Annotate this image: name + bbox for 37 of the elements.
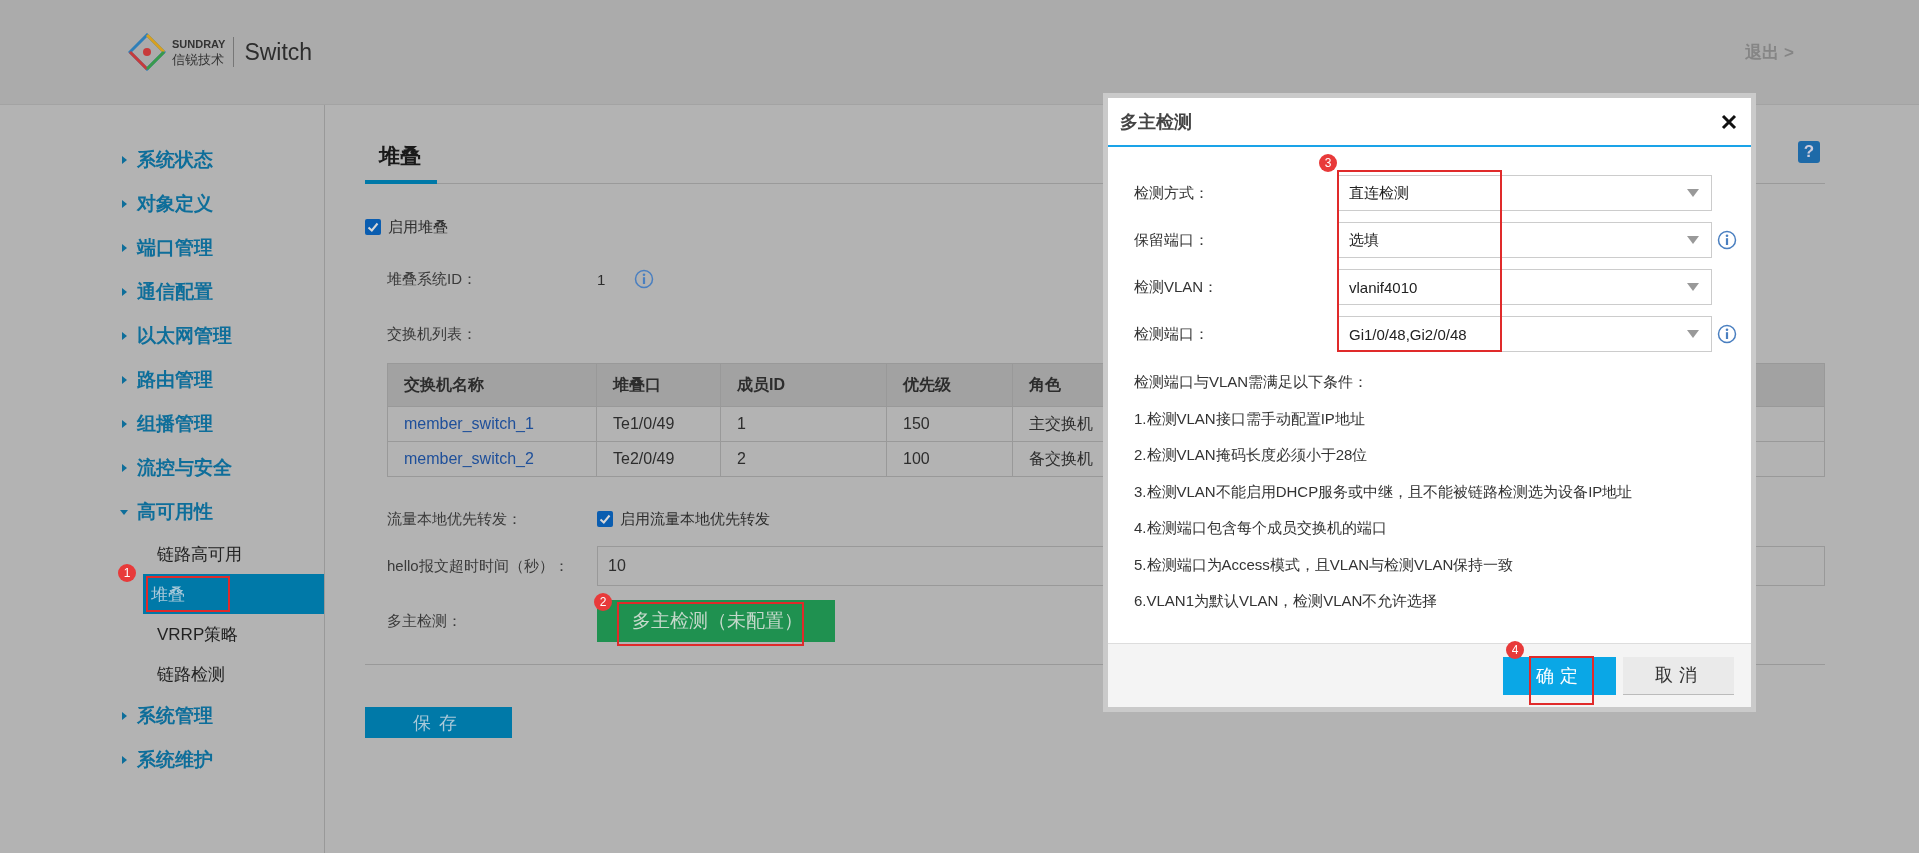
column-header: 优先级 [886, 363, 1013, 407]
note-text: 4.检测端口包含每个成员交换机的端口 [1134, 518, 1388, 538]
table-cell: Te2/0/49 [596, 441, 721, 477]
column-header: 成员ID [720, 363, 887, 407]
field-label: 保留端口： [1134, 230, 1210, 250]
field-label: 检测VLAN： [1134, 277, 1220, 297]
step-badge: 4 [1506, 640, 1524, 659]
column-header: 交换机名称 [387, 363, 597, 407]
field-label: 检测端口： [1134, 324, 1210, 344]
field-label: 流量本地优先转发： [387, 509, 523, 529]
field-label: 多主检测： [387, 611, 463, 631]
checkbox-label: 启用流量本地优先转发 [620, 509, 770, 529]
note-text: 1.检测VLAN接口需手动配置IP地址 [1134, 408, 1366, 429]
field-value: 1 [597, 270, 607, 288]
note-text: 5.检测端口为Access模式，且VLAN与检测VLAN保持一致 [1134, 554, 1515, 575]
step-badge: 3 [1319, 154, 1337, 172]
table-cell: 100 [886, 441, 1013, 477]
note-text: 6.VLAN1为默认VLAN，检测VLAN不允许选择 [1134, 591, 1439, 611]
field-label: 堆叠系统ID： [387, 269, 478, 289]
note-text: 2.检测VLAN掩码长度必须小于28位 [1134, 445, 1369, 465]
column-header: 堆叠口 [596, 363, 721, 407]
field-label: hello报文超时时间（秒）： [387, 556, 570, 576]
field-label: 交换机列表： [387, 324, 478, 344]
step-badge: 1 [118, 564, 136, 582]
table-cell: 2 [720, 441, 887, 477]
brand-name: SUNDRAY [172, 37, 226, 52]
table-cell: Te1/0/49 [596, 406, 721, 442]
table-cell: 1 [720, 406, 887, 442]
note-text: 3.检测VLAN不能启用DHCP服务或中继，且不能被链路检测选为设备IP地址 [1134, 481, 1634, 502]
checkbox-label: 启用堆叠 [388, 217, 448, 237]
table-cell: 150 [886, 406, 1013, 442]
brand-subtitle: 信锐技术 [172, 52, 225, 67]
step-badge: 2 [594, 593, 612, 611]
product-name: Switch [243, 38, 313, 66]
field-label: 检测方式： [1134, 183, 1210, 203]
note-text: 检测端口与VLAN需满足以下条件： [1134, 372, 1370, 392]
dialog-title: 多主检测 [1120, 110, 1192, 134]
